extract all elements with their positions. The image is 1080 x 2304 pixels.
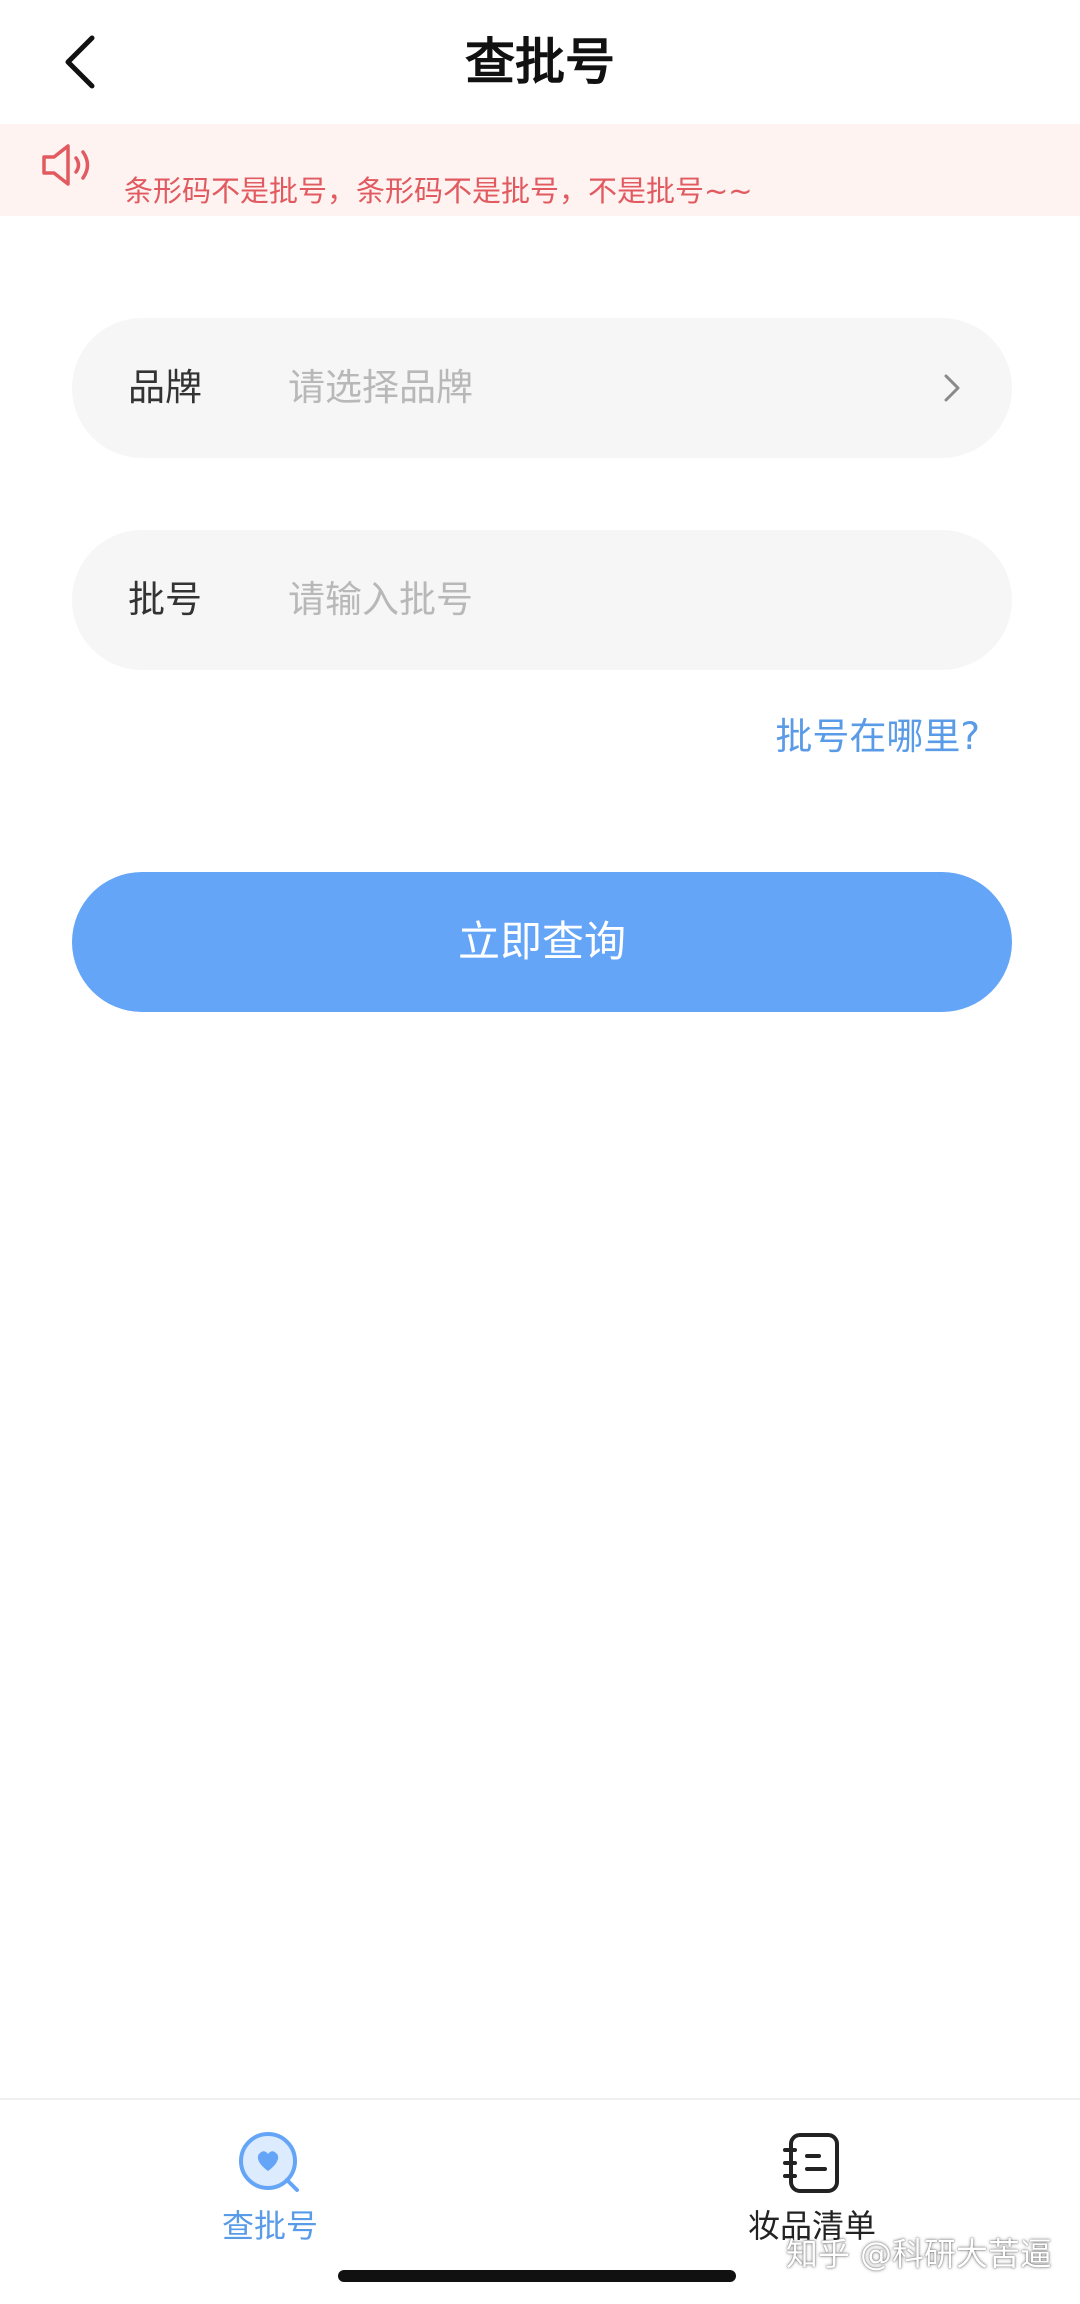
batch-input[interactable]: 批号 请输入批号 [72,530,1012,670]
batch-help-link[interactable]: 批号在哪里? [775,712,980,762]
home-indicator [338,2270,736,2282]
tab-query-batch[interactable]: 查批号 [140,2130,400,2248]
tab-cosmetics-list[interactable]: 妆品清单 [682,2130,942,2248]
brand-select[interactable]: 品牌 请选择品牌 [72,318,1012,458]
notice-text: 条形码不是批号，条形码不是批号，不是批号~~ [124,174,753,208]
page-title: 查批号 [465,33,615,91]
tab-label: 查批号 [221,2207,318,2245]
notice-banner: 条形码不是批号，条形码不是批号，不是批号~~ [0,124,1080,216]
notebook-icon [783,2133,839,2193]
brand-label: 品牌 [128,366,202,409]
batch-label: 批号 [128,578,202,621]
query-button[interactable]: 立即查询 [72,872,1012,1012]
header: 查批号 [0,0,1080,124]
speaker-icon [42,144,90,186]
watermark: 知乎 @科研大苦逼 [785,2235,1052,2273]
brand-placeholder: 请选择品牌 [288,366,473,409]
batch-placeholder: 请输入批号 [288,578,473,621]
search-heart-icon [239,2132,299,2192]
chevron-right-icon [944,374,960,402]
